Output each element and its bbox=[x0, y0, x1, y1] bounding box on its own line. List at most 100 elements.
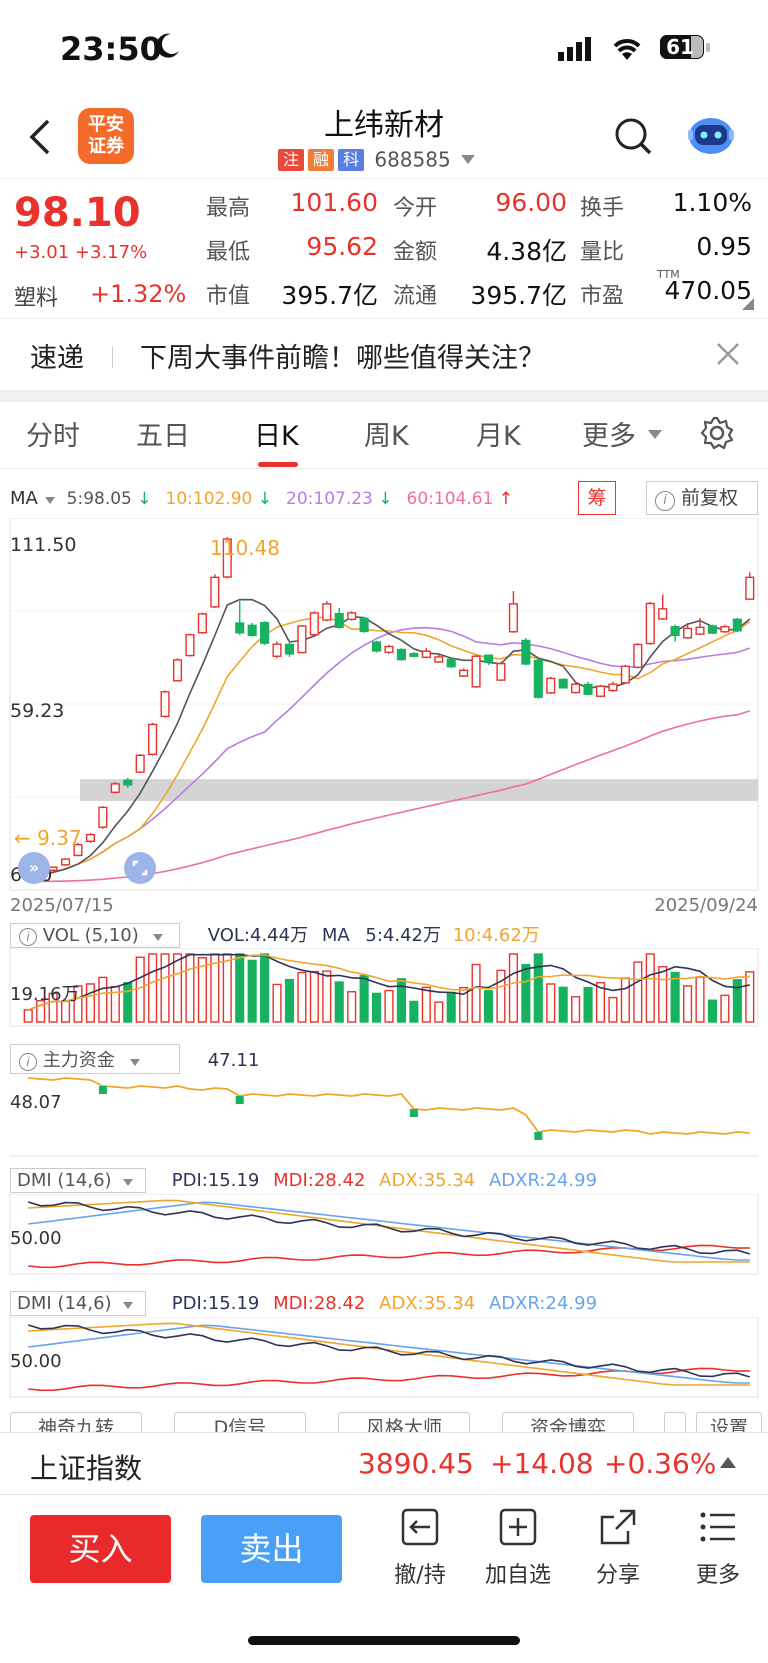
close-icon[interactable] bbox=[716, 342, 740, 370]
candle bbox=[745, 572, 755, 601]
quote-value: 0.95 bbox=[696, 232, 752, 261]
vol-indicator-button[interactable]: i VOL (5,10) bbox=[10, 923, 180, 948]
ttm-label: TTM bbox=[657, 268, 680, 281]
sell-button[interactable]: 卖出 bbox=[201, 1515, 342, 1583]
volume-bar bbox=[483, 990, 494, 1023]
expand-corner-icon[interactable] bbox=[742, 298, 754, 310]
status-bar: 23:50 61 bbox=[0, 0, 768, 95]
volume-bar bbox=[658, 966, 668, 1023]
volume-bar bbox=[546, 983, 556, 1023]
volume-bar bbox=[571, 996, 581, 1023]
candlestick-chart[interactable] bbox=[0, 518, 768, 918]
price-change: +3.01 +3.17% bbox=[14, 242, 148, 263]
battery-level: 61 bbox=[666, 35, 694, 59]
candle bbox=[185, 633, 195, 657]
dmi-chart-2[interactable] bbox=[0, 1317, 768, 1399]
volume-bar bbox=[123, 982, 133, 1023]
news-bar[interactable]: 速递 下周大事件前瞻！哪些值得关注？ bbox=[0, 320, 768, 390]
volume-bar bbox=[23, 1009, 33, 1023]
dmi1-indicator-button[interactable]: DMI (14,6) bbox=[10, 1168, 146, 1193]
tab-monthly-k[interactable]: 月K bbox=[476, 414, 521, 453]
volume-bar bbox=[446, 991, 456, 1023]
battery-icon: 61 bbox=[660, 35, 710, 61]
share-icon bbox=[598, 1507, 638, 1551]
code-dropdown-icon[interactable] bbox=[461, 155, 476, 164]
candle bbox=[620, 664, 630, 684]
ma-value-0: 5:98.05 bbox=[66, 489, 132, 509]
ma-legend: MA 5:98.05 ↓ 10:102.90 ↓ 20:107.23 ↓ 60:104… bbox=[10, 488, 513, 514]
tab-daily-k[interactable]: 日K bbox=[254, 414, 299, 453]
fullscreen-icon[interactable] bbox=[124, 852, 156, 884]
volume-bar bbox=[135, 956, 145, 1023]
candle bbox=[384, 644, 394, 654]
more-dropdown-icon[interactable] bbox=[648, 430, 662, 439]
chip-magic-nine[interactable]: 神奇九转 bbox=[10, 1412, 142, 1432]
chip-style-master[interactable]: 风格大师 bbox=[338, 1412, 470, 1432]
quote-label: 市值 bbox=[206, 284, 251, 309]
candle bbox=[148, 722, 158, 756]
x-end-date: 2025/09/24 bbox=[654, 895, 758, 916]
arrow-down-icon: ↓ bbox=[252, 489, 273, 509]
assistant-robot-icon[interactable] bbox=[686, 112, 736, 162]
wifi-icon bbox=[610, 34, 644, 66]
period-tabs: 分时 五日 日K 周K 月K 更多 bbox=[0, 414, 768, 467]
arrow-up-icon: ↑ bbox=[493, 489, 514, 509]
candle bbox=[347, 611, 357, 621]
news-headline[interactable]: 下周大事件前瞻！哪些值得关注？ bbox=[140, 336, 545, 375]
dmi-chart-1[interactable] bbox=[0, 1194, 768, 1276]
chip-distribution-button[interactable]: 筹 bbox=[578, 481, 616, 515]
tab-weekly-k[interactable]: 周K bbox=[364, 414, 409, 453]
tab-five-day[interactable]: 五日 bbox=[136, 414, 190, 453]
y-tick-high: 111.50 bbox=[10, 534, 77, 556]
search-icon[interactable] bbox=[614, 117, 654, 161]
buy-button[interactable]: 买入 bbox=[30, 1515, 171, 1583]
quote-label: 最低 bbox=[206, 240, 251, 265]
candle bbox=[434, 654, 444, 663]
ma-dropdown-icon[interactable] bbox=[45, 497, 56, 504]
quote-value: 395.7亿 bbox=[470, 281, 567, 310]
chip-fund-game[interactable]: 资金博弈 bbox=[502, 1412, 634, 1432]
low-label: ← 9.37 bbox=[14, 826, 82, 850]
add-watchlist-button[interactable]: 加自选 bbox=[478, 1505, 558, 1595]
volume-bar bbox=[732, 979, 742, 1023]
fund-line bbox=[28, 1077, 750, 1135]
tag-margin: 融 bbox=[308, 149, 334, 171]
candle bbox=[297, 625, 307, 654]
share-button[interactable]: 分享 bbox=[578, 1505, 658, 1595]
current-price: 98.10 bbox=[14, 190, 141, 236]
index-bar[interactable]: 上证指数 3890.45 +14.08 +0.36% bbox=[0, 1433, 768, 1493]
news-label: 速递 bbox=[30, 343, 84, 374]
expand-up-icon[interactable] bbox=[720, 1457, 736, 1468]
main-fund-chart[interactable] bbox=[0, 1070, 768, 1160]
candle bbox=[595, 685, 606, 698]
cancel-hold-button[interactable]: 撤/持 bbox=[380, 1505, 460, 1595]
chip-extra[interactable] bbox=[664, 1412, 686, 1432]
adjust-price-button[interactable]: i 前复权 bbox=[646, 481, 758, 515]
add-watchlist-icon bbox=[498, 1507, 538, 1551]
more-button[interactable]: 更多 bbox=[678, 1505, 758, 1595]
dmi-frame bbox=[9, 1317, 759, 1398]
candle bbox=[707, 624, 718, 635]
dmi-frame bbox=[9, 1194, 759, 1275]
volume-chart[interactable] bbox=[0, 948, 768, 1028]
candle bbox=[260, 621, 270, 645]
home-indicator bbox=[248, 1636, 520, 1645]
volume-bar bbox=[695, 976, 705, 1023]
tab-more[interactable]: 更多 bbox=[582, 414, 636, 453]
candle bbox=[372, 640, 382, 653]
settings-gear-icon[interactable] bbox=[700, 416, 734, 454]
scroll-left-icon[interactable]: » bbox=[18, 852, 50, 884]
candle bbox=[284, 641, 295, 657]
dmi2-indicator-button[interactable]: DMI (14,6) bbox=[10, 1291, 146, 1316]
chip-d-signal[interactable]: D信号 bbox=[174, 1412, 306, 1432]
ma-label[interactable]: MA bbox=[10, 488, 38, 509]
volume-bar bbox=[347, 991, 357, 1023]
tab-intraday[interactable]: 分时 bbox=[26, 414, 80, 453]
quote-value: 96.00 bbox=[495, 188, 567, 217]
chip-settings[interactable]: 设置 bbox=[696, 1412, 762, 1432]
candle bbox=[272, 641, 282, 659]
quote-label: 市盈 bbox=[580, 284, 625, 309]
volume-bar bbox=[235, 953, 245, 1023]
volume-bar bbox=[683, 985, 693, 1023]
tag-star-market: 科 bbox=[338, 149, 364, 171]
